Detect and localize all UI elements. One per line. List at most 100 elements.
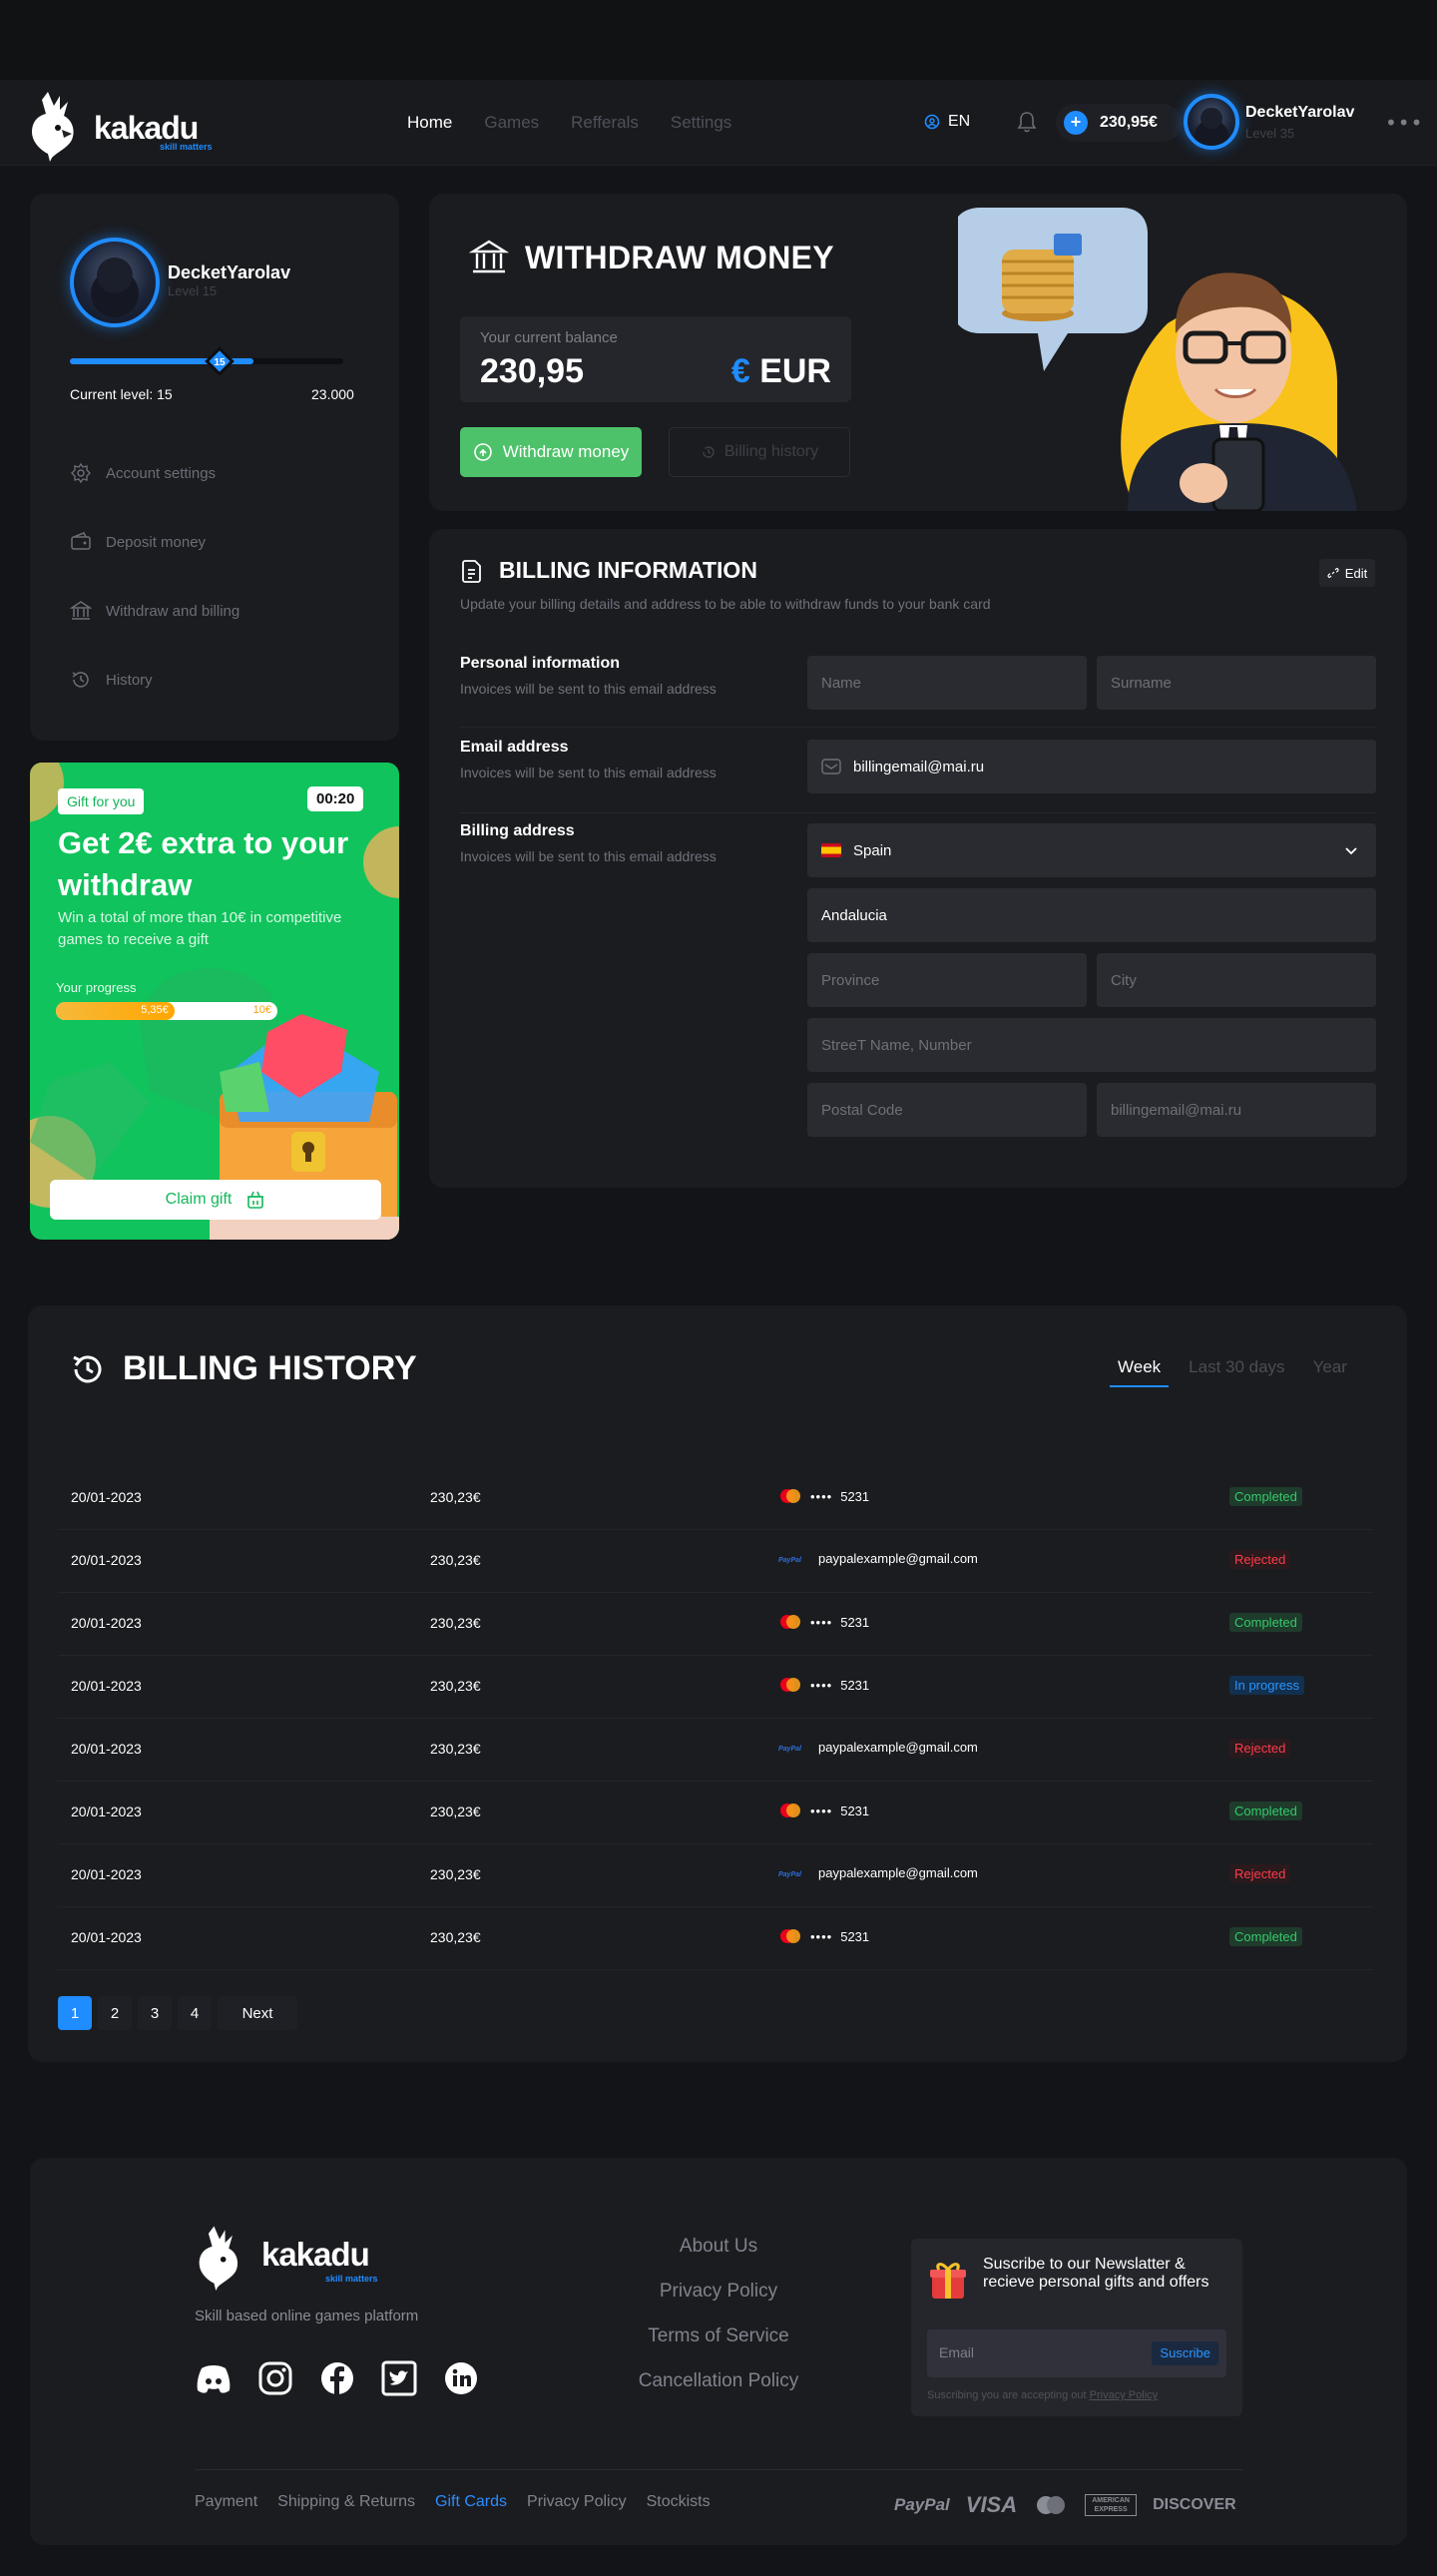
linkedin-icon[interactable] (441, 2360, 481, 2396)
email-input[interactable]: billingemail@mai.ru (807, 740, 1376, 793)
sidebar-item-history[interactable]: History (70, 668, 153, 692)
balance-value: 230,95 (480, 352, 584, 390)
gift-progress-value: 5,35€ (141, 1004, 169, 1016)
twitter-icon[interactable] (379, 2360, 419, 2396)
footer-link-privacy-policy[interactable]: Privacy Policy (527, 2493, 627, 2511)
extra-email-placeholder: billingemail@mai.ru (1111, 1101, 1242, 1119)
gear-icon (71, 462, 91, 484)
sidebar-item-label: Account settings (106, 464, 217, 482)
withdraw-money-label: Withdraw money (502, 442, 630, 461)
tab-year[interactable]: Year (1305, 1357, 1355, 1387)
street-input[interactable]: StreeT Name, Number (807, 1018, 1376, 1072)
footer-link-cancellation[interactable]: Cancellation Policy (599, 2370, 838, 2415)
withdraw-money-button[interactable]: Withdraw money (460, 427, 642, 477)
logo[interactable]: kakadu skill matters (28, 86, 228, 162)
bell-icon[interactable] (1016, 110, 1038, 134)
tx-date: 20/01-2023 (71, 1615, 142, 1631)
profile-avatar[interactable] (70, 238, 160, 327)
province-input[interactable]: Province (807, 953, 1087, 1007)
table-row[interactable]: 20/01-2023 230,23€ PayPal paypalexample@gma… (58, 1719, 1373, 1782)
extra-email-input[interactable]: billingemail@mai.ru (1097, 1083, 1376, 1137)
footer-link-privacy[interactable]: Privacy Policy (599, 2281, 838, 2325)
language-selector[interactable]: EN (924, 113, 970, 131)
facebook-icon[interactable] (317, 2360, 357, 2396)
country-select[interactable]: Spain (807, 823, 1376, 877)
tab-last-30-days[interactable]: Last 30 days (1181, 1357, 1292, 1387)
level-badge-number: 15 (215, 357, 227, 368)
table-row[interactable]: 20/01-2023 230,23€ PayPal paypalexample@gma… (58, 1844, 1373, 1907)
card-mask: •••• (810, 1614, 833, 1630)
footer-link-terms[interactable]: Terms of Service (599, 2325, 838, 2370)
status-badge: Completed (1229, 1487, 1302, 1506)
table-row[interactable]: 20/01-2023 230,23€ •••• 5231 Completed (58, 1907, 1373, 1970)
tx-method: •••• 5231 (778, 1614, 869, 1630)
page-3-button[interactable]: 3 (138, 1996, 172, 2030)
billing-address-label: Billing address (460, 822, 575, 839)
balance-chip[interactable]: + 230,95€ (1056, 104, 1182, 142)
footer-bottom-links: Payment Shipping & Returns Gift Cards Pr… (195, 2493, 711, 2511)
withdraw-title: WITHDRAW MONEY (525, 240, 834, 275)
mail-icon (821, 759, 841, 774)
visa-logo: VISA (965, 2492, 1018, 2517)
mastercard-icon (780, 1929, 800, 1943)
sidebar-item-account-settings[interactable]: Account settings (70, 461, 216, 485)
page-2-button[interactable]: 2 (98, 1996, 132, 2030)
more-menu-icon[interactable]: ••• (1385, 113, 1423, 133)
edit-button[interactable]: Edit (1319, 559, 1375, 587)
nav-refferals[interactable]: Refferals (571, 113, 639, 133)
footer-link-shipping[interactable]: Shipping & Returns (277, 2493, 415, 2511)
tx-date: 20/01-2023 (71, 1929, 142, 1945)
email-value: billingemail@mai.ru (853, 758, 985, 775)
nav-home[interactable]: Home (407, 113, 452, 133)
profile-name: DecketYarolav (168, 262, 291, 282)
edit-label: Edit (1344, 565, 1368, 581)
header-user-name[interactable]: DecketYarolav (1245, 104, 1354, 122)
level-target-label: 23.000 (311, 386, 354, 402)
nav-settings[interactable]: Settings (671, 113, 731, 133)
page-4-button[interactable]: 4 (178, 1996, 212, 2030)
svg-text:PayPal: PayPal (778, 1557, 802, 1564)
footer-link-payment[interactable]: Payment (195, 2493, 257, 2511)
sidebar-item-withdraw-billing[interactable]: Withdraw and billing (70, 599, 240, 623)
table-row[interactable]: 20/01-2023 230,23€ PayPal paypalexample@gma… (58, 1530, 1373, 1593)
footer-link-gift-cards[interactable]: Gift Cards (435, 2493, 507, 2511)
page-1-button[interactable]: 1 (58, 1996, 92, 2030)
newsletter-privacy-link[interactable]: Privacy Policy (1090, 2389, 1158, 2401)
instagram-icon[interactable] (255, 2360, 295, 2396)
region-input[interactable]: Andalucia (807, 888, 1376, 942)
newsletter-email-input[interactable]: Email Suscribe (927, 2329, 1226, 2377)
table-row[interactable]: 20/01-2023 230,23€ •••• 5231 Completed (58, 1467, 1373, 1530)
current-balance-box: Your current balance 230,95 € EUR (460, 316, 851, 402)
tx-method: PayPal paypalexample@gmail.com (778, 1740, 978, 1755)
table-row[interactable]: 20/01-2023 230,23€ •••• 5231 In progress (58, 1656, 1373, 1719)
claim-gift-button[interactable]: Claim gift (50, 1180, 381, 1220)
table-row[interactable]: 20/01-2023 230,23€ •••• 5231 Completed (58, 1782, 1373, 1844)
email-sub: Invoices will be sent to this email addr… (460, 765, 717, 780)
next-page-button[interactable]: Next (218, 1996, 297, 2030)
header-avatar[interactable] (1184, 94, 1239, 150)
billing-history-title: BILLING HISTORY (123, 1349, 417, 1387)
tx-amount: 230,23€ (430, 1552, 481, 1568)
paypal-icon: PayPal (778, 1871, 802, 1878)
discord-icon[interactable] (194, 2360, 234, 2396)
footer-link-stockists[interactable]: Stockists (647, 2493, 711, 2511)
nav-games[interactable]: Games (484, 113, 539, 133)
email-label: Email address (460, 739, 569, 756)
wallet-icon (71, 532, 91, 550)
sidebar-item-deposit-money[interactable]: Deposit money (70, 530, 206, 554)
postal-code-input[interactable]: Postal Code (807, 1083, 1087, 1137)
paypal-icon: PayPal (778, 1746, 802, 1753)
name-input[interactable]: Name (807, 656, 1087, 710)
billing-history-button[interactable]: Billing history (669, 427, 850, 477)
add-funds-icon[interactable]: + (1064, 111, 1088, 135)
surname-input[interactable]: Surname (1097, 656, 1376, 710)
footer-logo-word[interactable]: kakadu (261, 2236, 370, 2274)
tx-amount: 230,23€ (430, 1929, 481, 1945)
tab-week[interactable]: Week (1110, 1357, 1170, 1387)
mastercard-icon (780, 1803, 800, 1817)
bank-icon (469, 240, 509, 273)
subscribe-button[interactable]: Suscribe (1152, 2341, 1218, 2365)
footer-link-about[interactable]: About Us (599, 2236, 838, 2281)
city-input[interactable]: City (1097, 953, 1376, 1007)
table-row[interactable]: 20/01-2023 230,23€ •••• 5231 Completed (58, 1593, 1373, 1656)
